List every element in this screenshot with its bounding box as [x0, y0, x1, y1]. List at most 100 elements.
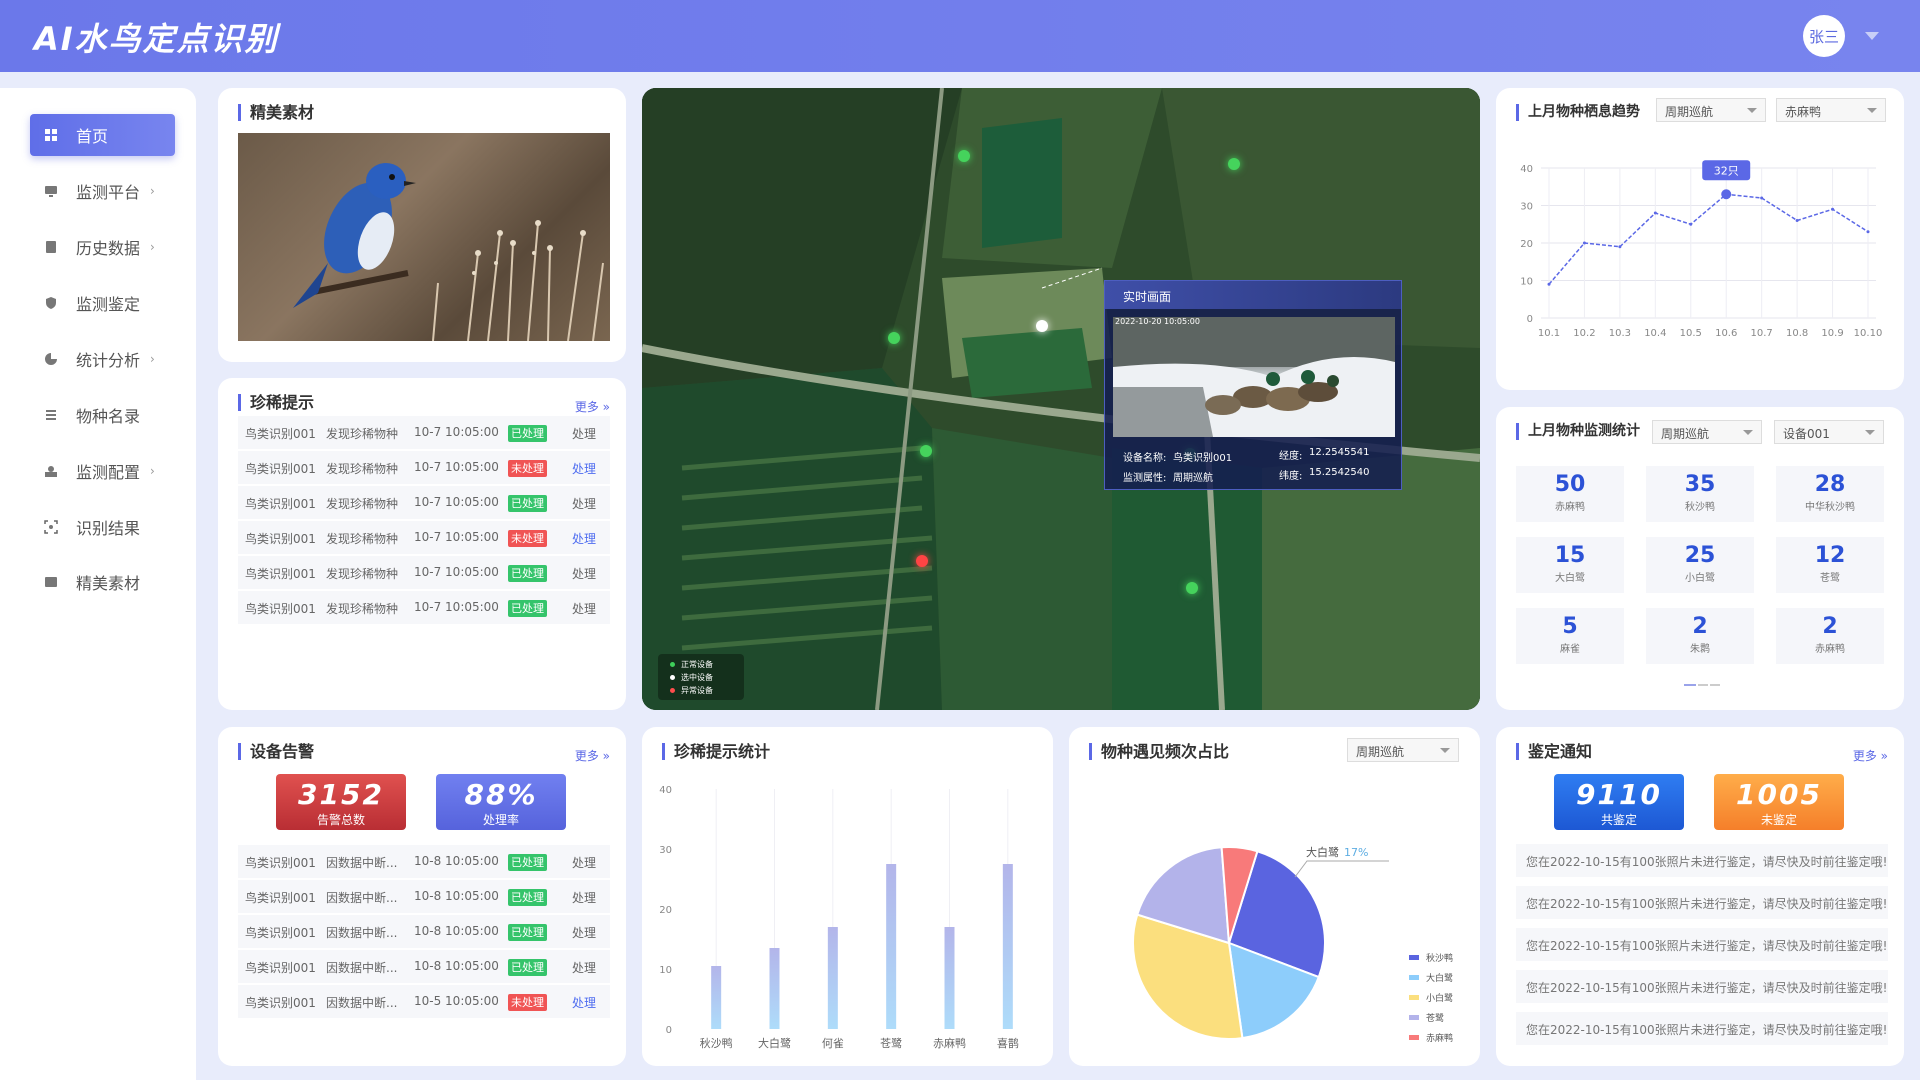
scan-icon: [44, 520, 58, 534]
legend-label: 苍鹭: [1426, 1012, 1444, 1024]
species-stat[interactable]: 2 朱鹮: [1646, 608, 1754, 664]
appraisal-more-link[interactable]: 更多 »: [1853, 747, 1888, 764]
map-legend-item: 正常设备: [670, 659, 713, 670]
table-row[interactable]: 鸟类识别001 因数据中断... 10-8 10:05:00 已处理 处理: [238, 950, 610, 983]
notice-item[interactable]: 您在2022-10-15有100张照片未进行鉴定，请尽快及时前往鉴定哦!: [1516, 886, 1888, 919]
sidebar-item-6[interactable]: 监测配置 ›: [30, 450, 175, 492]
rare-more-link[interactable]: 更多 »: [575, 398, 610, 415]
device-marker-normal[interactable]: [1228, 158, 1240, 170]
table-row[interactable]: 鸟类识别001 因数据中断... 10-8 10:05:00 已处理 处理: [238, 880, 610, 913]
handle-link[interactable]: 处理: [572, 530, 596, 547]
handle-link[interactable]: 处理: [572, 425, 596, 442]
table-row[interactable]: 鸟类识别001 发现珍稀物种 10-7 10:05:00 已处理 处理: [238, 486, 610, 519]
data-point[interactable]: [1689, 222, 1693, 226]
species-stat[interactable]: 25 小白鹭: [1646, 537, 1754, 593]
handle-link[interactable]: 处理: [572, 565, 596, 582]
bird-photo[interactable]: [238, 133, 610, 341]
data-point[interactable]: [1866, 230, 1870, 234]
species-stat[interactable]: 28 中华秋沙鸭: [1776, 466, 1884, 522]
sidebar-item-2[interactable]: 历史数据 ›: [30, 226, 175, 268]
notice-item[interactable]: 您在2022-10-15有100张照片未进行鉴定，请尽快及时前往鉴定哦!: [1516, 844, 1888, 877]
data-point[interactable]: [1721, 189, 1732, 200]
data-point[interactable]: [1547, 282, 1551, 286]
data-point[interactable]: [1582, 241, 1586, 245]
handle-link[interactable]: 处理: [572, 994, 596, 1011]
bar[interactable]: [827, 927, 838, 1029]
user-avatar[interactable]: 张三: [1803, 15, 1845, 57]
device-marker-normal[interactable]: [920, 445, 932, 457]
live-camera-image[interactable]: [1113, 317, 1395, 437]
data-point[interactable]: [1760, 196, 1764, 200]
callout-line: [1294, 860, 1389, 878]
satellite-map[interactable]: 实时画面 2022-10-20 10:05:00 设备名称: 鸟类识别001 经…: [642, 88, 1480, 710]
table-row[interactable]: 鸟类识别001 发现珍稀物种 10-7 10:05:00 已处理 处理: [238, 556, 610, 589]
table-row[interactable]: 鸟类识别001 发现珍稀物种 10-7 10:05:00 已处理 处理: [238, 591, 610, 624]
sidebar-item-3[interactable]: 监测鉴定: [30, 282, 175, 324]
species-name: 大白鹭: [1555, 573, 1585, 584]
sidebar-item-label: 识别结果: [76, 519, 141, 538]
pager-dot[interactable]: [1710, 684, 1720, 686]
sidebar-item-1[interactable]: 监测平台 ›: [30, 170, 175, 212]
data-point[interactable]: [1795, 219, 1799, 222]
handle-link[interactable]: 处理: [572, 924, 596, 941]
sidebar-item-label: 首页: [76, 127, 109, 146]
device-marker-normal[interactable]: [1186, 582, 1198, 594]
trend-species-select[interactable]: 赤麻鸭: [1776, 98, 1886, 122]
bar[interactable]: [1002, 864, 1013, 1029]
bar[interactable]: [711, 966, 722, 1029]
handle-link[interactable]: 处理: [572, 959, 596, 976]
handle-link[interactable]: 处理: [572, 495, 596, 512]
table-row[interactable]: 鸟类识别001 因数据中断... 10-8 10:05:00 已处理 处理: [238, 915, 610, 948]
sidebar-item-8[interactable]: 精美素材: [30, 561, 175, 603]
pager-dot[interactable]: [1698, 684, 1708, 686]
species-name: 苍鹭: [1820, 573, 1840, 584]
handle-link[interactable]: 处理: [572, 854, 596, 871]
legend-swatch: [1409, 955, 1419, 960]
sidebar-item-label: 统计分析: [76, 351, 141, 370]
bar[interactable]: [769, 948, 780, 1029]
species-stat[interactable]: 2 赤麻鸭: [1776, 608, 1884, 664]
device-marker-abnormal[interactable]: [916, 555, 928, 567]
frequency-mode-select[interactable]: 周期巡航: [1347, 738, 1459, 762]
monitor-mode-select[interactable]: 周期巡航: [1652, 420, 1762, 444]
user-menu-chevron-down-icon[interactable]: [1865, 32, 1879, 40]
sidebar-item-4[interactable]: 统计分析 ›: [30, 338, 175, 380]
bar[interactable]: [886, 864, 897, 1029]
sidebar-item-7[interactable]: 识别结果: [30, 506, 175, 548]
species-stat[interactable]: 5 麻雀: [1516, 608, 1624, 664]
sidebar-item-label: 物种名录: [76, 407, 141, 426]
handle-link[interactable]: 处理: [572, 460, 596, 477]
species-stat[interactable]: 15 大白鹭: [1516, 537, 1624, 593]
bar[interactable]: [944, 927, 955, 1029]
table-row[interactable]: 鸟类识别001 发现珍稀物种 10-7 10:05:00 未处理 处理: [238, 451, 610, 484]
species-stat[interactable]: 50 赤麻鸭: [1516, 466, 1624, 522]
trend-mode-select[interactable]: 周期巡航: [1656, 98, 1766, 122]
species-count: 25: [1684, 543, 1716, 568]
table-row[interactable]: 鸟类识别001 因数据中断... 10-8 10:05:00 已处理 处理: [238, 845, 610, 878]
sidebar-item-0[interactable]: 首页: [30, 114, 175, 156]
table-row[interactable]: 鸟类识别001 发现珍稀物种 10-7 10:05:00 未处理 处理: [238, 521, 610, 554]
handle-link[interactable]: 处理: [572, 889, 596, 906]
pager-dot-active[interactable]: [1684, 684, 1696, 686]
x-tick-label: 10.3: [1609, 328, 1631, 339]
sidebar-item-5[interactable]: 物种名录: [30, 394, 175, 436]
species-name: 朱鹮: [1690, 644, 1710, 655]
notice-item[interactable]: 您在2022-10-15有100张照片未进行鉴定，请尽快及时前往鉴定哦!: [1516, 928, 1888, 961]
monitor-device-select[interactable]: 设备001: [1774, 420, 1884, 444]
status-badge: 已处理: [508, 495, 547, 512]
device-marker-normal[interactable]: [888, 332, 900, 344]
table-row[interactable]: 鸟类识别001 发现珍稀物种 10-7 10:05:00 已处理 处理: [238, 416, 610, 449]
alarm-more-link[interactable]: 更多 »: [575, 747, 610, 764]
device-marker-selected[interactable]: [1036, 320, 1048, 332]
device-marker-normal[interactable]: [958, 150, 970, 162]
species-stat[interactable]: 35 秋沙鸭: [1646, 466, 1754, 522]
data-point[interactable]: [1831, 207, 1835, 211]
species-name: 小白鹭: [1685, 573, 1715, 584]
table-row[interactable]: 鸟类识别001 因数据中断... 10-5 10:05:00 未处理 处理: [238, 985, 610, 1018]
notice-item[interactable]: 您在2022-10-15有100张照片未进行鉴定，请尽快及时前往鉴定哦!: [1516, 970, 1888, 1003]
handle-link[interactable]: 处理: [572, 600, 596, 617]
notice-item[interactable]: 您在2022-10-15有100张照片未进行鉴定，请尽快及时前往鉴定哦!: [1516, 1012, 1888, 1045]
species-stat[interactable]: 12 苍鹭: [1776, 537, 1884, 593]
data-point[interactable]: [1653, 211, 1657, 215]
data-point[interactable]: [1618, 245, 1622, 249]
